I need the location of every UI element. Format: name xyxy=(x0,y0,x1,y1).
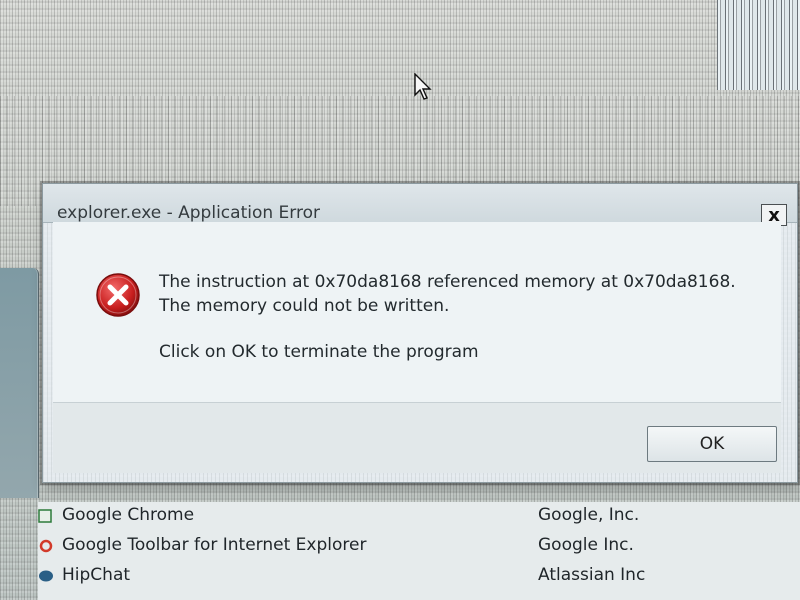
list-item[interactable]: HipChat Atlassian Inc xyxy=(38,562,800,592)
side-panel xyxy=(0,268,39,498)
installed-programs-list: Google Chrome Google, Inc. Google Toolba… xyxy=(38,502,800,600)
toolbar-icon xyxy=(39,539,53,553)
program-publisher: Google Inc. xyxy=(538,535,634,555)
list-item[interactable]: Google Toolbar for Internet Explorer Goo… xyxy=(38,532,800,562)
application-error-dialog: explorer.exe - Application Error x The i… xyxy=(42,183,798,483)
mouse-cursor-icon xyxy=(414,73,432,100)
dialog-title: explorer.exe - Application Error xyxy=(57,203,320,223)
program-name: HipChat xyxy=(62,565,131,585)
program-name: Google Chrome xyxy=(62,505,195,525)
ok-button[interactable]: OK xyxy=(647,426,777,462)
program-name: Google Toolbar for Internet Explorer xyxy=(62,535,367,555)
terminate-instruction: Click on OK to terminate the program xyxy=(159,342,479,362)
program-publisher: Atlassian Inc xyxy=(538,565,646,585)
glitched-window-edge xyxy=(717,0,800,90)
error-icon xyxy=(96,273,140,317)
program-publisher: Google, Inc. xyxy=(538,505,640,525)
dialog-titlebar[interactable]: explorer.exe - Application Error x xyxy=(43,184,797,226)
error-message: The instruction at 0x70da8168 referenced… xyxy=(159,272,736,316)
hipchat-icon xyxy=(39,570,53,582)
list-item[interactable]: Google Chrome Google, Inc. xyxy=(38,502,800,532)
chrome-icon xyxy=(38,509,52,523)
